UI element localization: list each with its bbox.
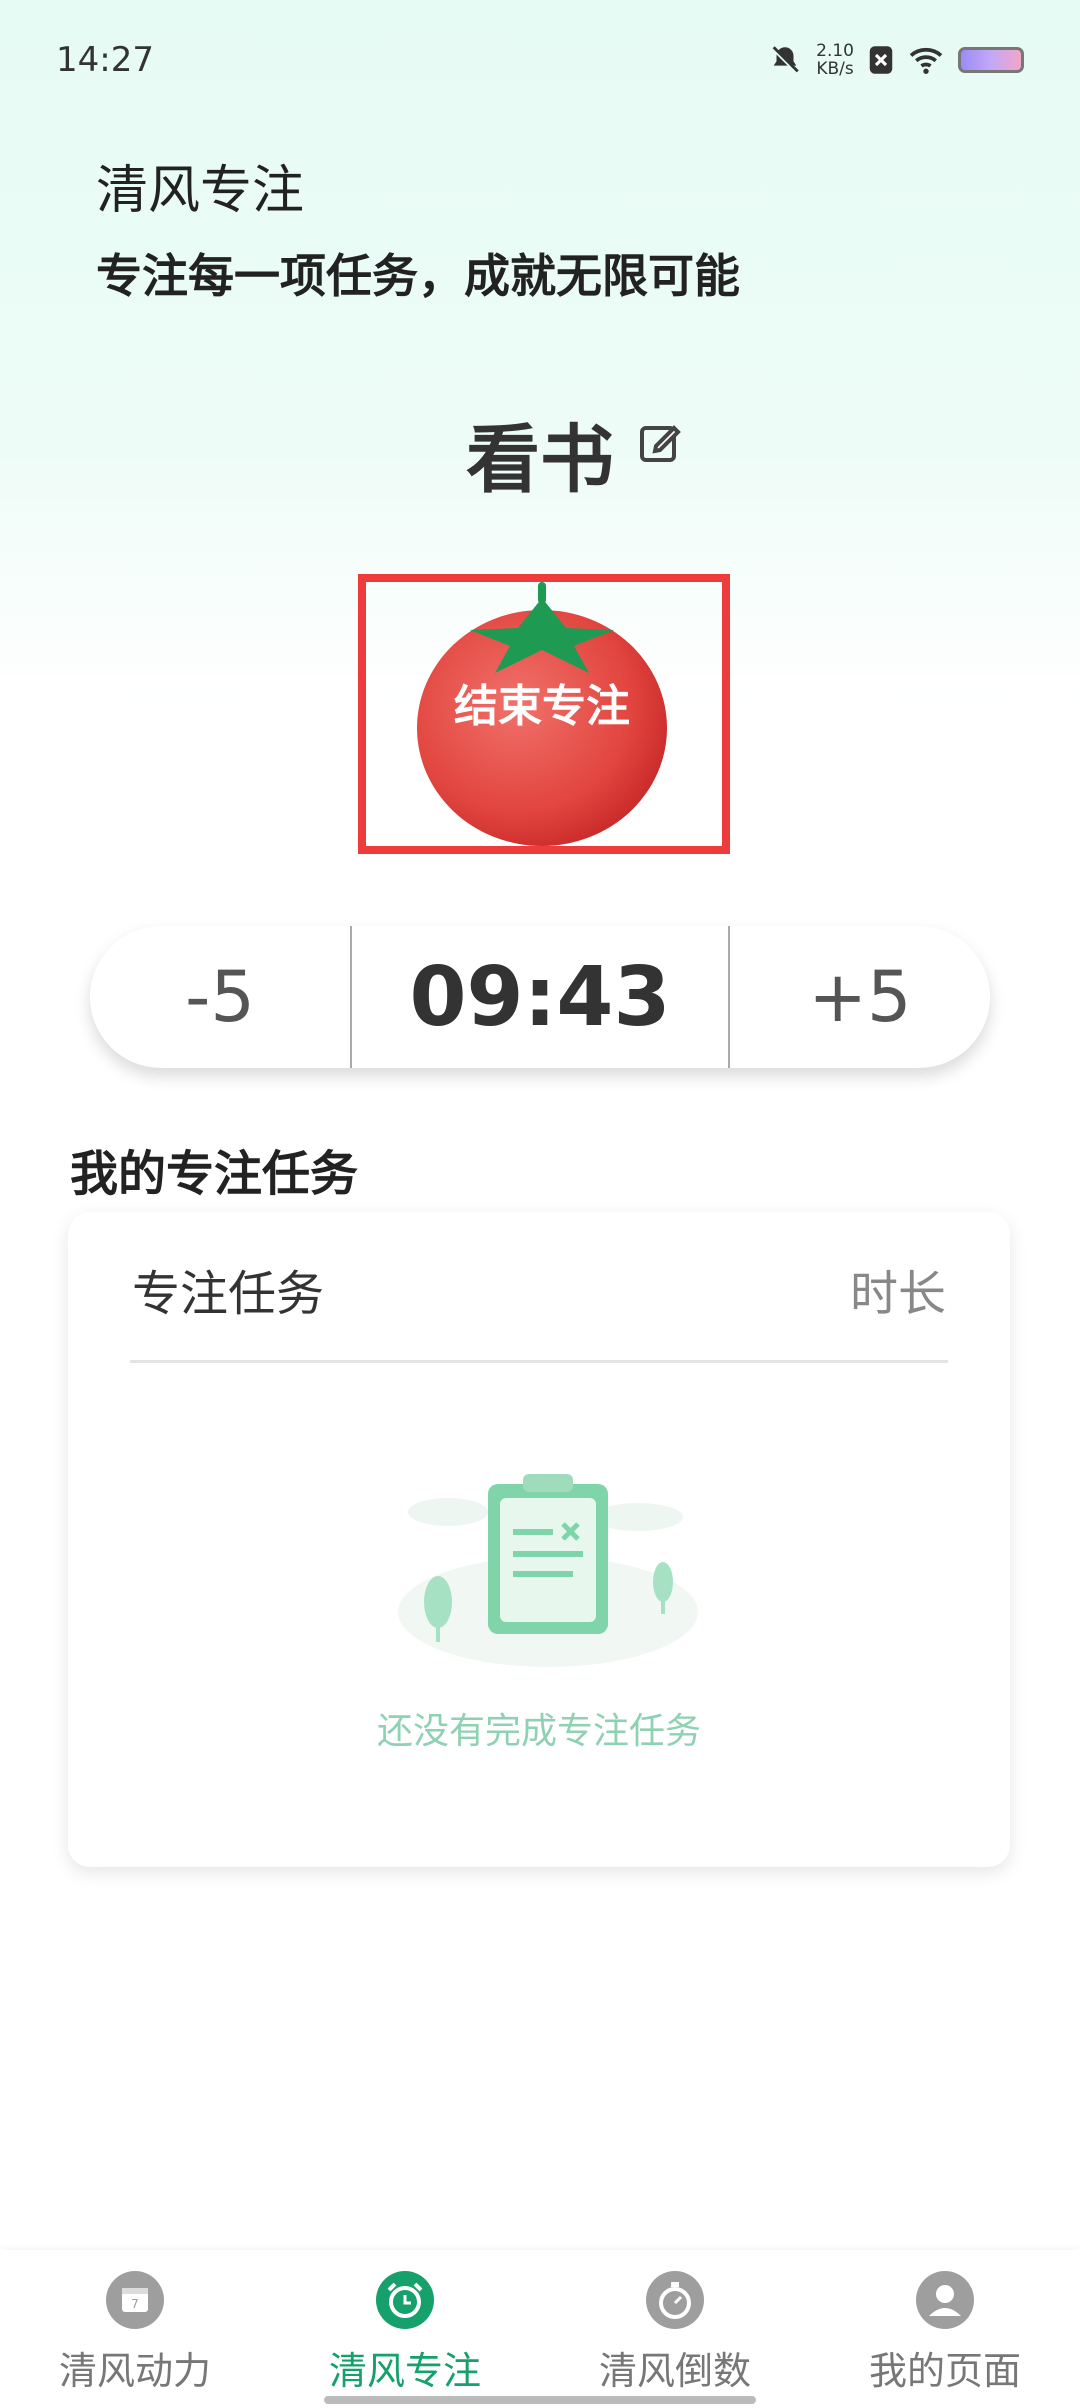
app-subtitle: 专注每一项任务，成就无限可能: [96, 249, 740, 303]
timer-display: 09:43: [350, 926, 730, 1068]
table-divider: [130, 1360, 948, 1363]
end-focus-button[interactable]: 结束专注: [400, 670, 684, 734]
edit-icon[interactable]: [636, 418, 684, 466]
app-title: 清风专注: [96, 161, 305, 221]
tab-label: 清风倒数: [598, 2349, 751, 2393]
tab-qingfeng-power[interactable]: 7 清风动力: [0, 2270, 270, 2393]
tab-my-page[interactable]: 我的页面: [810, 2270, 1080, 2393]
status-icons: 2.10 KB/s: [768, 40, 1024, 80]
bell-mute-icon: [770, 45, 800, 75]
home-indicator[interactable]: [324, 2396, 756, 2404]
net-speed-unit: KB/s: [816, 59, 854, 79]
plus-five-button[interactable]: +5: [730, 926, 990, 1068]
tasks-card: 专注任务 时长 还没有完成专注任务: [68, 1212, 1010, 1867]
tab-label: 清风专注: [328, 2349, 481, 2393]
net-speed-value: 2.10: [816, 41, 854, 61]
column-duration-header: 时长: [849, 1266, 946, 1322]
sim-x-icon: [869, 46, 893, 74]
timer-control: -5 09:43 +5: [90, 926, 990, 1068]
empty-state-text: 还没有完成专注任务: [376, 1711, 701, 1752]
tab-label: 清风动力: [58, 2349, 211, 2393]
tasks-section-title: 我的专注任务: [70, 1146, 359, 1202]
empty-clipboard-icon: [398, 1474, 698, 1667]
tab-label: 我的页面: [868, 2349, 1021, 2393]
status-bar: 14:27 2.10 KB/s: [0, 0, 1080, 120]
wifi-icon: [909, 47, 943, 74]
minus-five-button[interactable]: -5: [90, 926, 350, 1068]
focus-task-name[interactable]: 看书: [0, 400, 1080, 507]
calendar-icon: 7: [106, 2271, 164, 2329]
tab-qingfeng-countdown[interactable]: 清风倒数: [540, 2270, 810, 2393]
tab-qingfeng-focus[interactable]: 清风专注: [270, 2270, 540, 2393]
status-time: 14:27: [56, 40, 154, 80]
column-task-header: 专注任务: [132, 1266, 325, 1322]
user-icon: [916, 2271, 974, 2329]
battery-icon: [958, 47, 1024, 73]
bottom-tab-bar: 7 清风动力 清风专注 清风倒数 我的页面: [0, 2250, 1080, 2408]
alarm-clock-icon: [376, 2271, 434, 2329]
svg-text:7: 7: [131, 2297, 139, 2311]
net-speed: 2.10 KB/s: [816, 42, 854, 78]
stopwatch-icon: [646, 2271, 704, 2329]
